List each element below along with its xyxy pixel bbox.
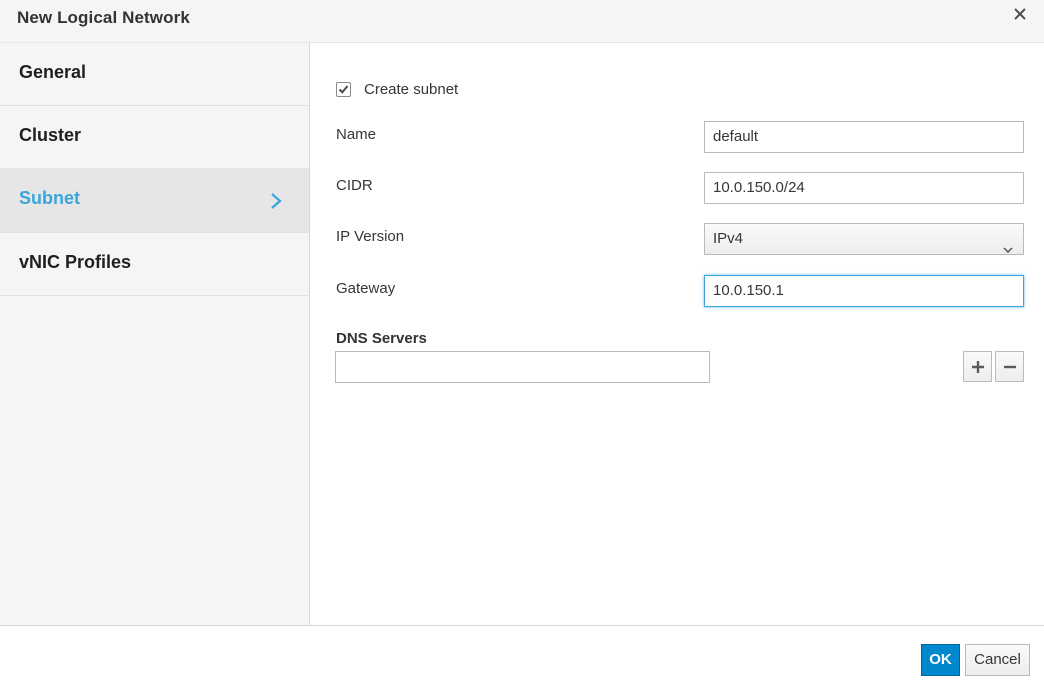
dialog-header: New Logical Network	[0, 0, 1044, 43]
sidebar-item-label: Cluster	[19, 125, 82, 145]
cidr-field[interactable]: 10.0.150.0/24	[704, 172, 1024, 204]
dialog-footer: OK Cancel	[0, 625, 1044, 689]
sidebar-item-cluster[interactable]: Cluster	[0, 106, 309, 169]
sidebar-item-label: General	[19, 62, 87, 82]
subnet-panel: Create subnet Name default CIDR 10.0.150…	[311, 43, 1044, 625]
add-dns-button[interactable]	[963, 351, 992, 382]
sidebar: General Cluster Subnet vNIC Profiles	[0, 43, 310, 625]
sidebar-item-label: vNIC Profiles	[19, 252, 132, 272]
minus-icon	[1004, 365, 1016, 369]
cancel-button[interactable]: Cancel	[965, 644, 1030, 676]
name-label: Name	[336, 126, 377, 143]
dns-server-field[interactable]	[335, 351, 710, 383]
create-subnet-label: Create subnet	[364, 81, 459, 98]
gateway-field[interactable]: 10.0.150.1	[704, 275, 1024, 307]
cidr-label: CIDR	[336, 177, 373, 194]
ok-button[interactable]: OK	[921, 644, 960, 676]
ip-version-value: IPv4	[713, 230, 744, 247]
chevron-down-icon	[1003, 235, 1013, 254]
ip-version-label: IP Version	[336, 228, 405, 245]
create-subnet-checkbox[interactable]	[336, 82, 351, 97]
gateway-label: Gateway	[336, 280, 396, 297]
sidebar-item-label: Subnet	[19, 188, 80, 208]
ip-version-select[interactable]: IPv4	[704, 223, 1024, 255]
remove-dns-button[interactable]	[995, 351, 1024, 382]
sidebar-item-general[interactable]: General	[0, 43, 309, 106]
dialog-title: New Logical Network	[17, 8, 190, 27]
checkmark-icon	[338, 85, 349, 94]
close-icon[interactable]	[1011, 5, 1029, 23]
name-field[interactable]: default	[704, 121, 1024, 153]
chevron-right-icon	[269, 192, 283, 210]
dns-servers-title: DNS Servers	[336, 330, 427, 347]
sidebar-item-subnet[interactable]: Subnet	[0, 169, 309, 233]
sidebar-item-vnic-profiles[interactable]: vNIC Profiles	[0, 233, 309, 296]
plus-icon	[972, 361, 984, 373]
